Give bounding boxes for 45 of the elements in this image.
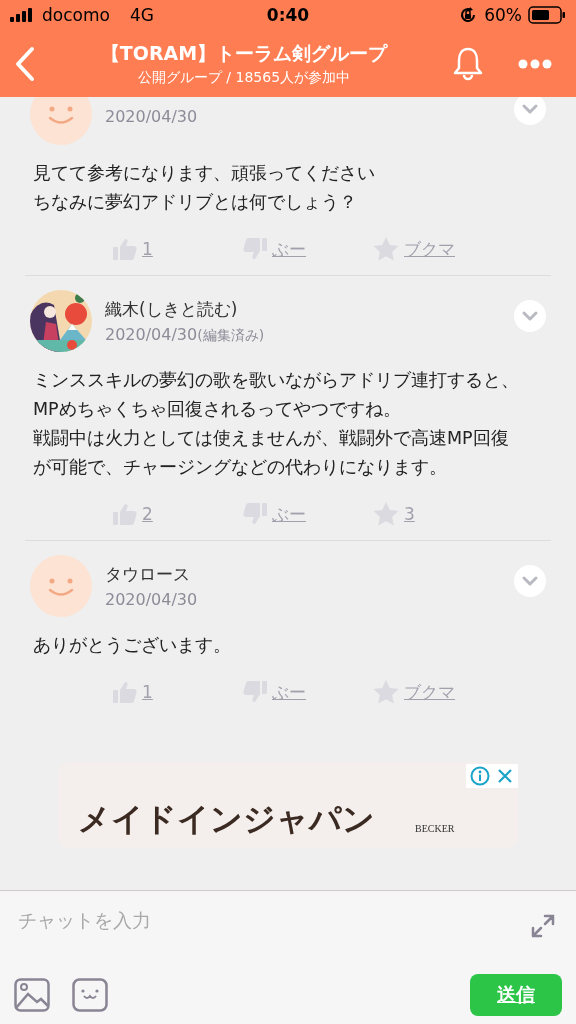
back-icon[interactable] xyxy=(14,45,36,82)
ad-headline[interactable]: メイドインジャパン xyxy=(78,798,375,842)
smiley-avatar xyxy=(30,555,92,617)
group-subtitle: 公開グループ / 18565人が参加中 xyxy=(137,68,351,87)
post-date: 2020/04/30 xyxy=(105,590,198,609)
battery-icon xyxy=(528,6,566,24)
comment-text: ミンススキルの夢幻の歌を歌いながらアドリブ連打すると、MPめちゃくちゃ回復されるってやつですね。 xyxy=(33,369,520,421)
like-count[interactable]: 1 xyxy=(142,239,153,259)
send-button[interactable]: 送信 xyxy=(470,974,562,1016)
post-date: 2020/04/30 xyxy=(105,324,198,344)
user-name: タウロース xyxy=(105,563,191,586)
comment-text: ちなみに夢幻アドリブとは何でしょう？ xyxy=(33,191,358,214)
user-name: 織木(しきと読む) xyxy=(105,297,239,321)
battery-percent: 60% xyxy=(484,5,522,25)
comment-text: 見てて参考になります、頑張ってください xyxy=(33,162,376,185)
chat-input[interactable]: チャットを入力 xyxy=(14,906,530,936)
like-count[interactable]: 1 xyxy=(142,682,153,702)
chevron-down-icon[interactable] xyxy=(514,565,546,597)
edited-label: (編集済み) xyxy=(197,326,265,343)
close-icon[interactable] xyxy=(496,767,514,785)
info-icon[interactable] xyxy=(470,766,490,786)
more-icon[interactable] xyxy=(518,58,552,69)
image-icon[interactable] xyxy=(14,978,50,1012)
clock-time: 0:40 xyxy=(266,5,310,25)
group-title: 【TORAM】トーラム剣グループ xyxy=(100,40,388,66)
chevron-down-icon[interactable] xyxy=(514,300,546,332)
dislike-link[interactable]: ぶー xyxy=(272,680,306,704)
expand-icon[interactable] xyxy=(530,913,556,939)
dislike-link[interactable]: ぶー xyxy=(272,502,306,526)
bookmark-link[interactable]: ブクマ xyxy=(404,680,455,704)
comment-text: 戦闘中は火力としては使えませんが、戦闘外で高速MP回復が可能で、チャージングなどの代わりになります。 xyxy=(33,427,510,479)
post-date: 2020/04/30 xyxy=(105,106,198,126)
smiley-avatar xyxy=(30,97,92,145)
like-count[interactable]: 2 xyxy=(142,504,153,524)
ad-banner[interactable]: メイドインジャパン BECKER xyxy=(58,762,518,848)
emoji-icon[interactable] xyxy=(72,978,108,1012)
bell-icon[interactable] xyxy=(452,45,484,82)
network-type: 4G xyxy=(129,5,154,25)
ad-brand[interactable]: BECKER xyxy=(415,823,455,834)
bookmark-link[interactable]: ブクマ xyxy=(404,237,455,261)
dislike-link[interactable]: ぶー xyxy=(272,237,306,261)
chevron-down-icon[interactable] xyxy=(514,97,546,125)
bookmark-link[interactable]: 3 xyxy=(404,504,415,524)
carrier-name: docomo xyxy=(42,5,110,25)
comment-text: ありがとうございます。 xyxy=(33,634,232,657)
